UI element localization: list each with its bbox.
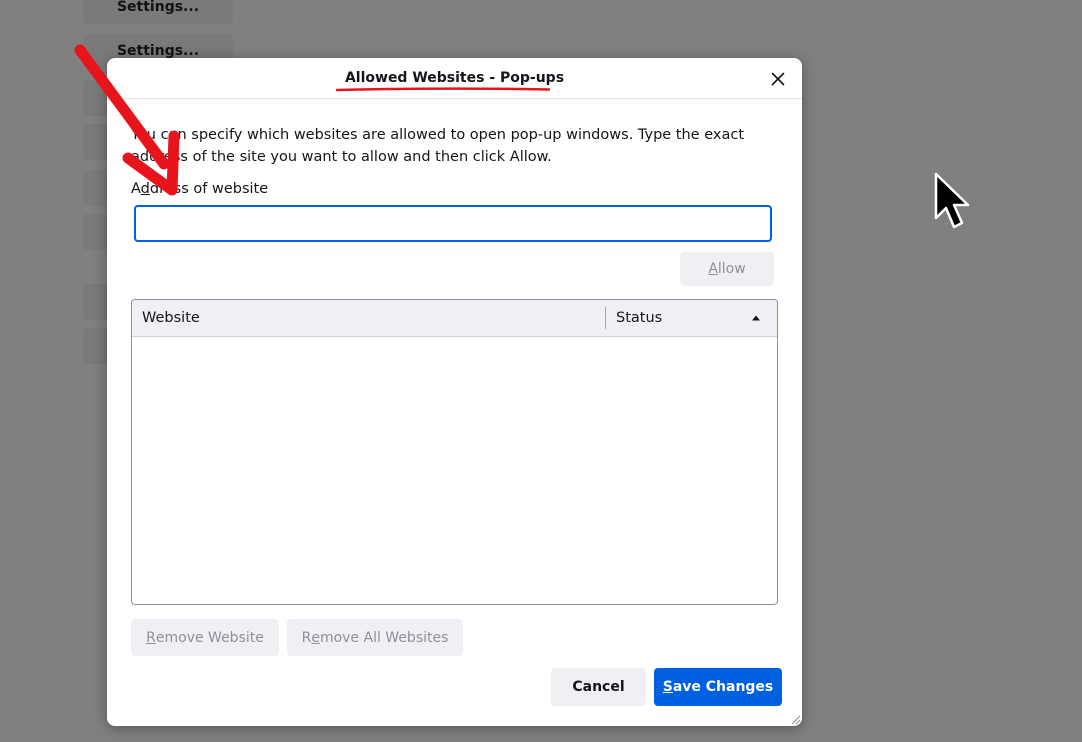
dialog-description: You can specify which websites are allow… [131, 127, 745, 165]
allow-label-rest: llow [717, 261, 746, 277]
resize-grip-icon[interactable] [789, 713, 801, 725]
website-address-input[interactable] [134, 205, 772, 242]
column-separator[interactable] [605, 307, 606, 329]
annotation-underline [336, 87, 550, 92]
background-settings-button: Settings... [83, 0, 233, 24]
background-control [83, 328, 109, 364]
remove-all-label-rest: move All Websites [319, 629, 449, 646]
save-changes-button[interactable]: Save Changes [654, 668, 782, 706]
table-header: Website Status [132, 300, 777, 337]
allowed-websites-dialog: Allowed Websites - Pop-ups You can speci… [107, 58, 802, 726]
cancel-button[interactable]: Cancel [551, 668, 646, 706]
save-accesskey: S [662, 679, 673, 695]
close-icon [771, 72, 785, 86]
remove-website-button[interactable]: Remove Website [131, 619, 279, 656]
background-control [83, 284, 109, 320]
column-header-website[interactable]: Website [142, 300, 200, 336]
close-button[interactable] [766, 67, 790, 91]
column-header-status[interactable]: Status [616, 300, 662, 336]
mouse-cursor-icon [934, 172, 970, 229]
remove-label-rest: emove Website [155, 629, 264, 646]
websites-table: Website Status [131, 299, 778, 605]
remove-all-websites-button[interactable]: Re move All Websites [287, 619, 463, 656]
remove-all-accesskey: e [311, 629, 320, 646]
background-control [83, 214, 109, 250]
allow-accesskey: A [708, 261, 718, 277]
remove-accesskey: R [146, 629, 156, 646]
sort-ascending-icon [752, 315, 760, 321]
allow-button[interactable]: Allow [680, 252, 774, 286]
save-label-rest: ave Changes [672, 679, 774, 695]
remove-all-label-first: R [301, 629, 312, 646]
dialog-title: Allowed Websites - Pop-ups [344, 70, 565, 86]
dialog-titlebar: Allowed Websites - Pop-ups [107, 58, 802, 99]
annotation-arrow-icon [74, 44, 180, 196]
